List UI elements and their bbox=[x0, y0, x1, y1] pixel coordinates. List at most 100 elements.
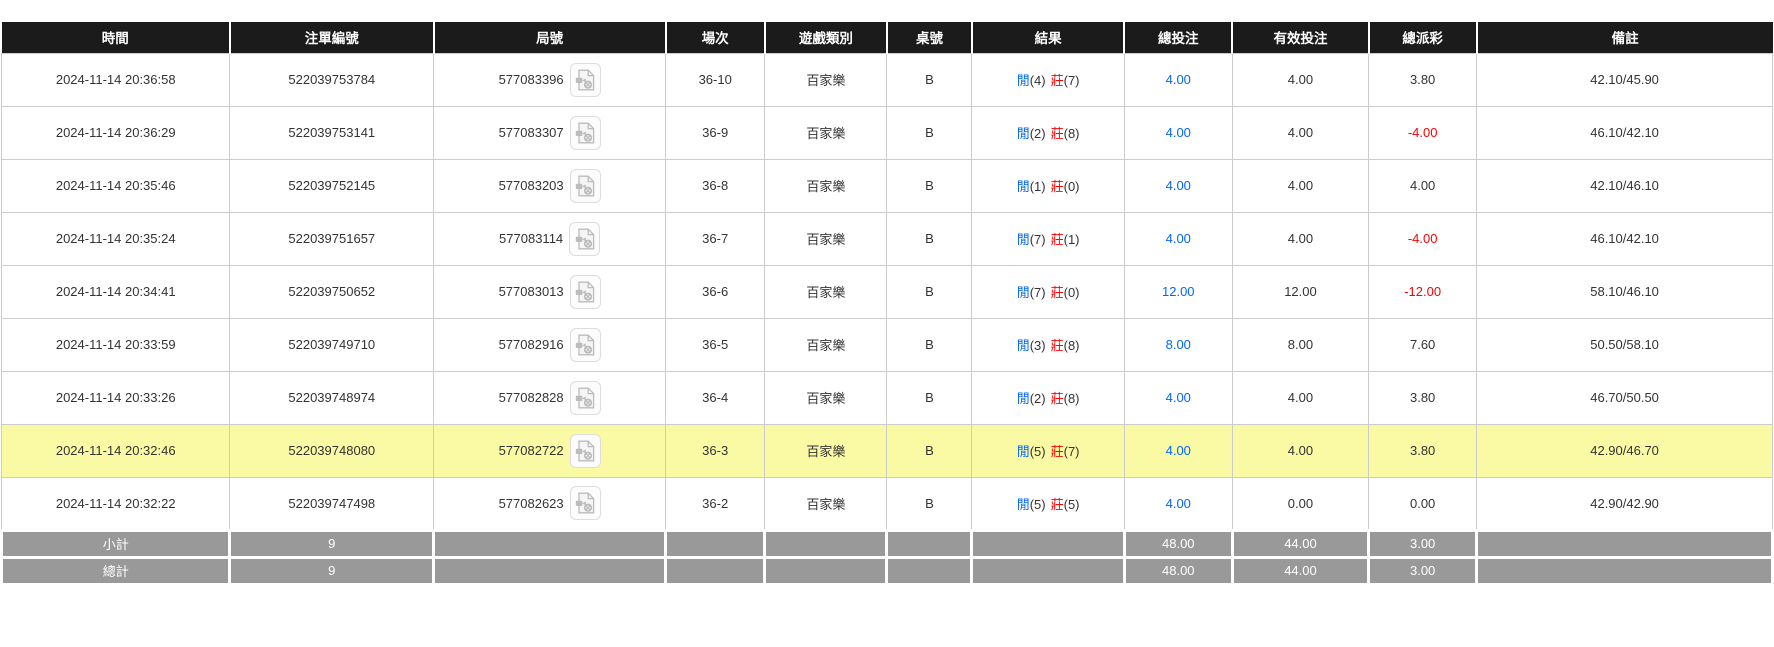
payout-cell: 0.00 bbox=[1368, 476, 1478, 531]
grand-total-row: 總計 9 48.00 44.00 3.00 bbox=[0, 555, 1774, 586]
result-banker-points: (0) bbox=[1063, 179, 1080, 194]
total-bet-link[interactable]: 4.00 bbox=[1123, 52, 1233, 107]
session-cell: 36-5 bbox=[665, 317, 766, 372]
result-cell: 閒(2) 莊(8) bbox=[971, 370, 1125, 425]
subtotal-row: 小計 9 48.00 44.00 3.00 bbox=[0, 528, 1774, 559]
total-bet-link[interactable]: 4.00 bbox=[1123, 105, 1233, 160]
table-no-cell: B bbox=[886, 264, 973, 319]
result-player-points: (5) bbox=[1029, 496, 1046, 512]
time-cell: 2024-11-14 20:35:46 bbox=[0, 158, 231, 213]
game-type-cell: 百家樂 bbox=[764, 476, 888, 531]
result-player-label: 閒 bbox=[1016, 179, 1030, 194]
table-row[interactable]: 2024-11-14 20:32:46 522039748080 5770827… bbox=[0, 423, 1773, 478]
round-cell: 577083307 bbox=[433, 105, 667, 160]
payout-cell: 3.80 bbox=[1368, 370, 1478, 425]
valid-bet-cell: 12.00 bbox=[1231, 264, 1370, 319]
remark-cell: 46.10/42.10 bbox=[1476, 211, 1773, 266]
total-bet-link[interactable]: 4.00 bbox=[1123, 476, 1233, 531]
total-bet-link[interactable]: 4.00 bbox=[1123, 423, 1233, 478]
time-cell: 2024-11-14 20:34:41 bbox=[0, 264, 231, 319]
table-footer: 小計 9 48.00 44.00 3.00 總計 9 48.00 44.00 3… bbox=[0, 528, 1774, 586]
table-row[interactable]: 2024-11-14 20:34:41 522039750652 5770830… bbox=[0, 264, 1773, 319]
result-player-points: (4) bbox=[1029, 73, 1046, 88]
remark-cell: 50.50/58.10 bbox=[1476, 317, 1773, 372]
page: 時間 注單編號 局號 場次 遊戲類別 桌號 結果 總投注 有效投注 總派彩 備註… bbox=[0, 0, 1774, 586]
result-cell: 閒(7) 莊(1) bbox=[971, 211, 1125, 266]
round-cell: 577082916 bbox=[433, 317, 667, 372]
game-type-cell: 百家樂 bbox=[764, 423, 888, 478]
time-cell: 2024-11-14 20:35:24 bbox=[0, 211, 231, 266]
bet-id-cell: 522039748080 bbox=[229, 423, 435, 478]
result-banker-points: (8) bbox=[1063, 338, 1080, 353]
bet-records-table: 時間 注單編號 局號 場次 遊戲類別 桌號 結果 總投注 有效投注 總派彩 備註… bbox=[0, 22, 1774, 586]
column-header-round: 局號 bbox=[432, 22, 667, 53]
bet-id-cell: 522039753784 bbox=[229, 52, 435, 107]
result-cell: 閒(7) 莊(0) bbox=[971, 264, 1125, 319]
table-no-cell: B bbox=[886, 158, 973, 213]
replay-video-button[interactable] bbox=[569, 380, 601, 415]
result-player-label: 閒 bbox=[1016, 391, 1030, 406]
replay-video-button[interactable] bbox=[569, 221, 601, 256]
total-bet-link[interactable]: 4.00 bbox=[1123, 158, 1233, 213]
time-cell: 2024-11-14 20:32:22 bbox=[0, 476, 231, 531]
table-row[interactable]: 2024-11-14 20:35:24 522039751657 5770831… bbox=[0, 211, 1773, 266]
valid-bet-cell: 4.00 bbox=[1231, 370, 1370, 425]
table-no-cell: B bbox=[886, 105, 973, 160]
round-number: 577083396 bbox=[498, 72, 564, 87]
replay-video-button[interactable] bbox=[569, 62, 601, 97]
table-row[interactable]: 2024-11-14 20:36:58 522039753784 5770833… bbox=[0, 52, 1773, 107]
column-header-remark: 備註 bbox=[1475, 22, 1773, 53]
replay-video-button[interactable] bbox=[569, 327, 601, 362]
result-player-points: (1) bbox=[1029, 179, 1046, 194]
column-header-session: 場次 bbox=[664, 22, 766, 53]
remark-cell: 42.90/42.90 bbox=[1476, 476, 1773, 531]
valid-bet-cell: 0.00 bbox=[1231, 476, 1370, 531]
replay-video-button[interactable] bbox=[569, 168, 601, 203]
footer-empty-cell bbox=[664, 555, 767, 586]
total-bet-link[interactable]: 8.00 bbox=[1123, 317, 1233, 372]
video-file-icon bbox=[575, 69, 595, 90]
session-cell: 36-3 bbox=[665, 423, 766, 478]
table-row[interactable]: 2024-11-14 20:36:29 522039753141 5770833… bbox=[0, 105, 1773, 160]
game-type-cell: 百家樂 bbox=[764, 105, 888, 160]
table-row[interactable]: 2024-11-14 20:33:59 522039749710 5770829… bbox=[0, 317, 1773, 372]
result-cell: 閒(3) 莊(8) bbox=[971, 317, 1125, 372]
table-row[interactable]: 2024-11-14 20:32:22 522039747498 5770826… bbox=[0, 476, 1773, 531]
payout-cell: -4.00 bbox=[1368, 211, 1478, 266]
result-banker-label: 莊 bbox=[1050, 73, 1064, 88]
valid-bet-cell: 8.00 bbox=[1231, 317, 1370, 372]
remark-cell: 58.10/46.10 bbox=[1476, 264, 1773, 319]
bet-id-cell: 522039747498 bbox=[229, 476, 435, 531]
result-player-points: (2) bbox=[1029, 391, 1046, 406]
video-file-icon bbox=[575, 440, 595, 461]
result-player-label: 閒 bbox=[1016, 73, 1030, 88]
replay-video-button[interactable] bbox=[569, 115, 601, 150]
remark-cell: 42.10/45.90 bbox=[1476, 52, 1773, 107]
replay-video-button[interactable] bbox=[569, 274, 601, 309]
total-bet-link[interactable]: 12.00 bbox=[1123, 264, 1233, 319]
remark-cell: 46.10/42.10 bbox=[1476, 105, 1773, 160]
round-cell: 577082828 bbox=[433, 370, 667, 425]
video-file-icon bbox=[575, 334, 595, 355]
total-bet-link[interactable]: 4.00 bbox=[1123, 211, 1233, 266]
round-cell: 577082722 bbox=[433, 423, 667, 478]
valid-bet-cell: 4.00 bbox=[1231, 158, 1370, 213]
table-row[interactable]: 2024-11-14 20:33:26 522039748974 5770828… bbox=[0, 370, 1773, 425]
bet-id-cell: 522039749710 bbox=[229, 317, 435, 372]
video-file-icon bbox=[575, 281, 595, 302]
video-file-icon bbox=[575, 228, 594, 249]
game-type-cell: 百家樂 bbox=[764, 211, 888, 266]
time-cell: 2024-11-14 20:33:59 bbox=[0, 317, 231, 372]
table-row[interactable]: 2024-11-14 20:35:46 522039752145 5770832… bbox=[0, 158, 1773, 213]
footer-empty-cell bbox=[1475, 528, 1774, 559]
table-no-cell: B bbox=[886, 317, 973, 372]
result-cell: 閒(2) 莊(8) bbox=[971, 105, 1125, 160]
time-cell: 2024-11-14 20:32:46 bbox=[0, 423, 231, 478]
bet-id-cell: 522039750652 bbox=[229, 264, 435, 319]
replay-video-button[interactable] bbox=[569, 486, 601, 520]
game-type-cell: 百家樂 bbox=[764, 370, 888, 425]
footer-empty-cell bbox=[885, 555, 974, 586]
column-header-bet-id: 注單編號 bbox=[228, 22, 435, 53]
total-bet-link[interactable]: 4.00 bbox=[1123, 370, 1233, 425]
replay-video-button[interactable] bbox=[569, 433, 601, 468]
